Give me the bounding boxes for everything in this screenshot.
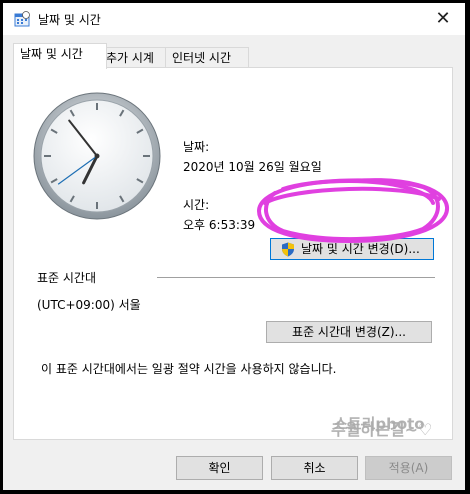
tab-panel: 날짜: 2020년 10월 26일 월요일 시간: 오후 6:53:39 날짜 … [13,67,453,440]
close-button[interactable]: ✕ [421,3,465,35]
uac-shield-icon [282,242,294,257]
cancel-button[interactable]: 취소 [271,456,358,480]
title-bar: 날짜 및 시간 ✕ [3,3,465,35]
dialog-body: 날짜 및 시간 추가 시계 인터넷 시간 날짜: 2020년 10월 26일 월… [3,35,465,445]
timezone-header: 표준 시간대 [37,271,97,285]
dst-notice: 이 표준 시간대에서는 일광 절약 시간을 사용하지 않습니다. [41,362,337,376]
time-value: 오후 6:53:39 [183,218,256,232]
tab-additional-clocks[interactable]: 추가 시계 [99,47,173,68]
change-timezone-button[interactable]: 표준 시간대 변경(Z)... [266,321,432,343]
date-value: 2020년 10월 26일 월요일 [183,160,322,174]
analog-clock [33,92,161,220]
watermark-line2: 추월하는길~♡ [331,420,433,439]
timezone-value: (UTC+09:00) 서울 [37,298,141,312]
timezone-divider [157,277,435,278]
date-time-dialog: 날짜 및 시간 ✕ 날짜 및 시간 추가 시계 인터넷 시간 날짜: 2020년… [3,3,465,490]
dialog-footer: 확인 취소 적용(A) [3,445,465,490]
tab-date-time[interactable]: 날짜 및 시간 [13,43,107,69]
ok-button[interactable]: 확인 [176,456,263,480]
clock-calendar-icon [14,11,30,27]
apply-button[interactable]: 적용(A) [365,456,452,480]
change-date-time-label: 날짜 및 시간 변경(D)... [301,242,420,256]
date-label: 날짜: [183,140,210,154]
change-date-time-button[interactable]: 날짜 및 시간 변경(D)... [270,238,434,260]
time-label: 시간: [183,198,210,212]
close-icon: ✕ [435,8,451,29]
tab-internet-time[interactable]: 인터넷 시간 [165,47,249,68]
window-title: 날짜 및 시간 [38,13,101,27]
